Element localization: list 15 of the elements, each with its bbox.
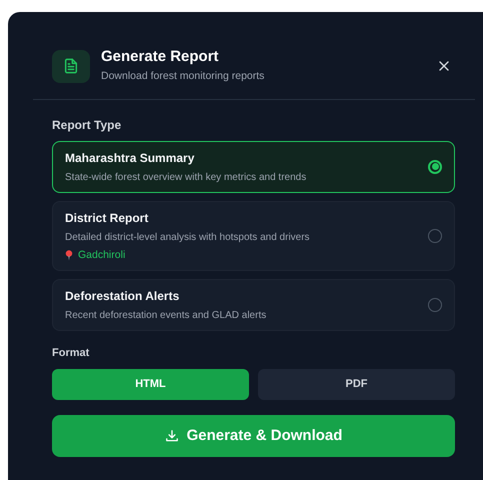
option-title: Deforestation Alerts <box>65 288 180 306</box>
section-label: Report Type <box>52 116 122 134</box>
report-option[interactable]: Deforestation Alerts Recent deforestation events and GLAD alerts <box>52 279 455 332</box>
report-option[interactable]: District Report Detailed district-level analysis with hotspots and drivers Gadchiroli <box>52 200 455 272</box>
option-title: Maharashtra Summary <box>65 150 196 166</box>
option-description: Detailed district-level analysis with hotspots and drivers <box>65 230 311 244</box>
option-title: District Report <box>65 210 150 226</box>
dialog-title: Generate Report <box>101 48 220 67</box>
dialog-subtitle: Download forest monitoring reports <box>101 68 266 84</box>
report-option[interactable]: Maharashtra Summary State-wide forest overview with key metrics and trends <box>52 140 455 192</box>
section-label: Format <box>52 346 90 362</box>
option-description: Recent deforestation events and GLAD alerts <box>65 309 268 324</box>
format-button[interactable]: PDF <box>258 368 455 400</box>
option-description: State-wide forest overview with key metrics and trends <box>65 170 308 184</box>
district-name: Gadchiroli <box>78 248 126 262</box>
